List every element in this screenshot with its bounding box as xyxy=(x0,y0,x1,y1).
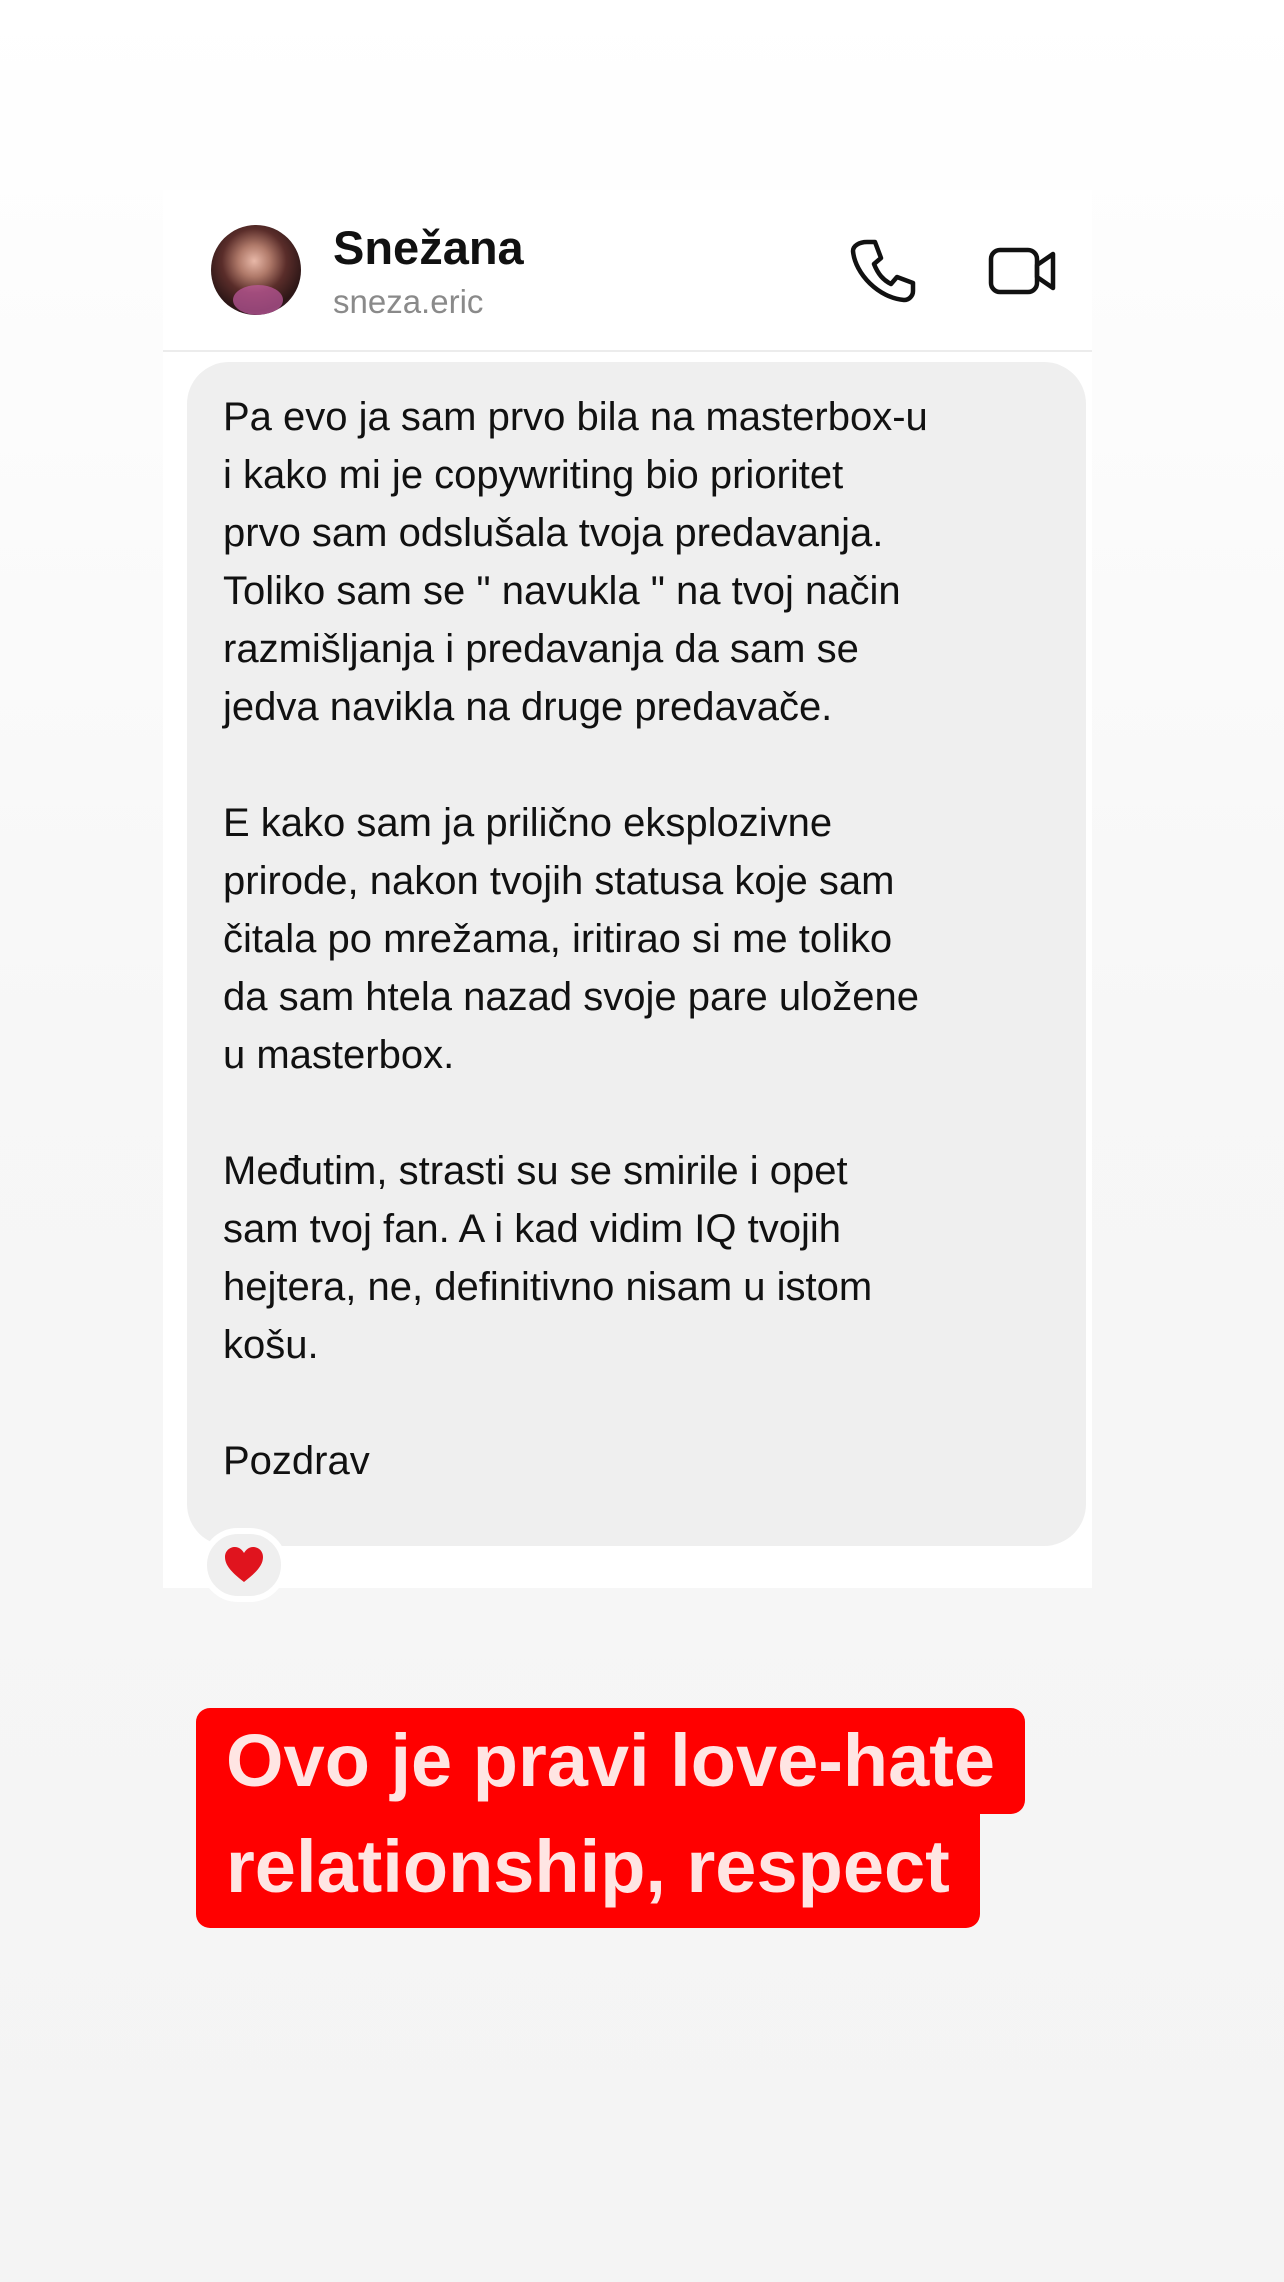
message-paragraph: Međutim, strasti su se smirile i opet sa… xyxy=(223,1142,1056,1374)
chat-header: Snežana sneza.eric xyxy=(163,190,1092,352)
video-camera-icon xyxy=(988,247,1056,295)
message-paragraph: E kako sam ja prilično eksplozivne priro… xyxy=(223,794,1056,1084)
message-line: Međutim, strasti su se smirile i opet xyxy=(223,1149,848,1193)
heart-icon xyxy=(225,1547,263,1582)
message-line: Toliko sam se " navukla " na tvoj način xyxy=(223,569,901,613)
message-line: E kako sam ja prilično eksplozivne xyxy=(223,801,833,845)
message-line: prvo sam odslušala tvoja predavanja. xyxy=(223,511,884,555)
message-line: jedva navikla na druge predavače. xyxy=(223,685,833,729)
message-paragraph: Pa evo ja sam prvo bila na masterbox-u i… xyxy=(223,388,1056,736)
message-line: čitala po mrežama, iritirao si me toliko xyxy=(223,917,893,961)
video-call-button[interactable] xyxy=(983,230,1063,310)
message-line: da sam htela nazad svoje pare uložene xyxy=(223,975,920,1019)
message-paragraph: Pozdrav xyxy=(223,1432,1056,1490)
message-line: i kako mi je copywriting bio prioritet xyxy=(223,453,844,497)
message-reaction[interactable] xyxy=(201,1528,287,1602)
message-line: u masterbox. xyxy=(223,1033,455,1077)
message-line: sam tvoj fan. A i kad vidim IQ tvojih xyxy=(223,1207,842,1251)
message-line: hejtera, ne, definitivno nisam u istom xyxy=(223,1265,873,1309)
caption-line: relationship, respect xyxy=(196,1814,980,1928)
dm-screenshot-card: Snežana sneza.eric Pa evo ja sam prvo bi… xyxy=(163,190,1092,1602)
phone-icon xyxy=(850,239,916,303)
message-line: prirode, nakon tvojih statusa koje sam xyxy=(223,859,895,903)
message-bubble[interactable]: Pa evo ja sam prvo bila na masterbox-u i… xyxy=(187,362,1086,1546)
message-line: Pa evo ja sam prvo bila na masterbox-u xyxy=(223,395,928,439)
phone-call-button[interactable] xyxy=(843,230,923,310)
caption-line: Ovo je pravi love-hate xyxy=(196,1708,1026,1814)
message-line: Pozdrav xyxy=(223,1439,370,1483)
contact-username: sneza.eric xyxy=(333,283,484,320)
message-line: košu. xyxy=(223,1323,319,1367)
contact-name[interactable]: Snežana xyxy=(333,220,524,275)
story-caption: Ovo je pravi love-hate relationship, res… xyxy=(196,1708,1026,1928)
avatar[interactable] xyxy=(211,225,301,315)
message-line: razmišljanja i predavanja da sam se xyxy=(223,627,859,671)
